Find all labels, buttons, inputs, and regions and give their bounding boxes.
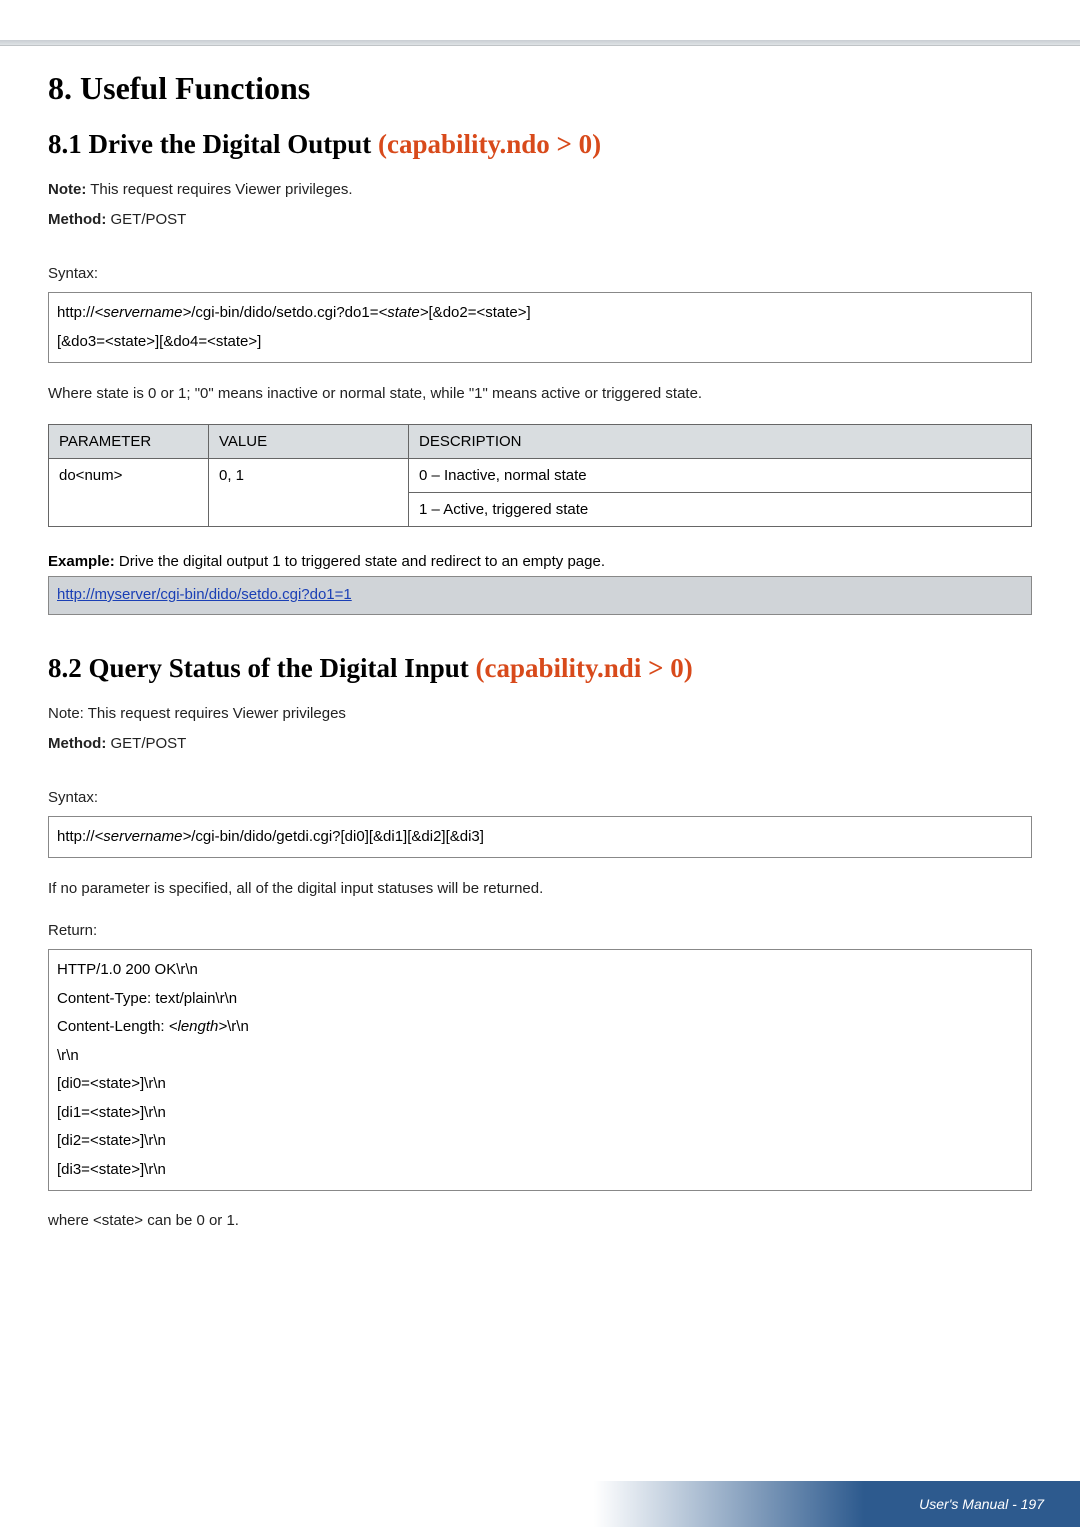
header-band: VIVOTEK	[0, 0, 1080, 40]
syntax-box-82: http://<servername>/cgi-bin/dido/getdi.c…	[48, 816, 1032, 859]
section-82-title-prefix: 8.2 Query Status of the Digital Input	[48, 653, 476, 683]
return-line: HTTP/1.0 200 OK\r\n	[57, 956, 1023, 985]
syntax-81-e: [&do2=<state>]	[429, 304, 531, 321]
return-line: [di0=<state>]\r\n	[57, 1070, 1023, 1099]
example-text-body: Drive the digital output 1 to triggered …	[115, 553, 605, 570]
where-82-c: can be 0 or 1.	[143, 1212, 239, 1229]
example-81: Example: Drive the digital output 1 to t…	[48, 553, 1032, 570]
method-82: Method: GET/POST	[48, 732, 1032, 756]
syntax-label-81: Syntax:	[48, 262, 1032, 286]
where-text-81: Where state is 0 or 1; "0" means inactiv…	[48, 385, 1032, 402]
td-value: 0, 1	[209, 459, 409, 527]
method-text-82: GET/POST	[106, 735, 186, 752]
method-label: Method:	[48, 211, 106, 228]
table-row: do<num> 0, 1 0 – Inactive, normal state	[49, 459, 1032, 493]
return-line: Content-Length: <length>\r\n	[57, 1013, 1023, 1042]
th-description: DESCRIPTION	[409, 425, 1032, 459]
section-82-title-cap: (capability.ndi > 0)	[476, 653, 693, 683]
syntax-line-1: http://<servername>/cgi-bin/dido/setdo.c…	[57, 299, 1023, 328]
page-content: 8. Useful Functions 8.1 Drive the Digita…	[0, 46, 1080, 1233]
syntax-81-a: http://	[57, 304, 95, 321]
th-parameter: PARAMETER	[49, 425, 209, 459]
section-81-title-prefix: 8.1 Drive the Digital Output	[48, 129, 378, 159]
example-link[interactable]: http://myserver/cgi-bin/dido/setdo.cgi?d…	[57, 586, 352, 603]
td-param: do<num>	[49, 459, 209, 527]
syntax-81-c: /cgi-bin/dido/setdo.cgi?do1=	[191, 304, 378, 321]
where-82-b: <state>	[93, 1212, 143, 1229]
return-label-82: Return:	[48, 919, 1032, 943]
syntax-81-b: <servername>	[95, 304, 192, 321]
return-line: \r\n	[57, 1042, 1023, 1071]
syntax-81-d: <state>	[378, 304, 428, 321]
noparam-text-82: If no parameter is specified, all of the…	[48, 880, 1032, 897]
syntax-82-a: http://	[57, 828, 95, 845]
note-text: This request requires Viewer privileges.	[86, 181, 352, 198]
brand-bar: VIVOTEK	[0, 0, 1080, 40]
syntax-box-81: http://<servername>/cgi-bin/dido/setdo.c…	[48, 292, 1032, 363]
chapter-title: 8. Useful Functions	[48, 70, 1032, 107]
td-desc2: 1 – Active, triggered state	[409, 493, 1032, 527]
method-text: GET/POST	[106, 211, 186, 228]
example-label: Example:	[48, 553, 115, 570]
section-81-title: 8.1 Drive the Digital Output (capability…	[48, 129, 1032, 160]
footer-band: User's Manual - 197	[0, 1481, 1080, 1527]
section-82-title: 8.2 Query Status of the Digital Input (c…	[48, 653, 1032, 684]
syntax-82-c: /cgi-bin/dido/getdi.cgi?[di0][&di1][&di2…	[191, 828, 484, 845]
footer-text: User's Manual - 197	[919, 1496, 1044, 1512]
table-header-row: PARAMETER VALUE DESCRIPTION	[49, 425, 1032, 459]
return-line: Content-Type: text/plain\r\n	[57, 985, 1023, 1014]
td-desc1: 0 – Inactive, normal state	[409, 459, 1032, 493]
th-value: VALUE	[209, 425, 409, 459]
method-label-82: Method:	[48, 735, 106, 752]
method-81: Method: GET/POST	[48, 208, 1032, 232]
param-table-81: PARAMETER VALUE DESCRIPTION do<num> 0, 1…	[48, 424, 1032, 527]
syntax-label-82: Syntax:	[48, 786, 1032, 810]
return-line: [di1=<state>]\r\n	[57, 1099, 1023, 1128]
where-82: where <state> can be 0 or 1.	[48, 1209, 1032, 1233]
return-line: [di3=<state>]\r\n	[57, 1156, 1023, 1185]
syntax-line-2: [&do3=<state>][&do4=<state>]	[57, 328, 1023, 357]
note-82: Note: This request requires Viewer privi…	[48, 702, 1032, 726]
example-box-81: http://myserver/cgi-bin/dido/setdo.cgi?d…	[48, 576, 1032, 615]
section-81-title-cap: (capability.ndo > 0)	[378, 129, 601, 159]
syntax-82-b: <servername>	[95, 828, 192, 845]
return-line: [di2=<state>]\r\n	[57, 1127, 1023, 1156]
brand-text: VIVOTEK	[983, 10, 1048, 26]
where-82-a: where	[48, 1212, 93, 1229]
note-81: Note: This request requires Viewer privi…	[48, 178, 1032, 202]
return-box-82: HTTP/1.0 200 OK\r\n Content-Type: text/p…	[48, 949, 1032, 1191]
note-label: Note:	[48, 181, 86, 198]
